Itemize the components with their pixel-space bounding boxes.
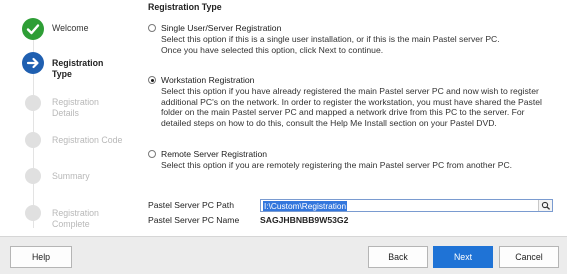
step-label: Summary [52, 171, 90, 181]
checkmark-icon [22, 18, 44, 40]
single-user-radio[interactable] [148, 24, 156, 32]
radio-label[interactable]: Single User/Server Registration [161, 22, 281, 34]
pending-step-icon [25, 132, 41, 148]
radio-row[interactable]: Workstation Registration [148, 74, 567, 86]
server-name-row: Pastel Server PC Name SAGJHBNBB9W53G2 [148, 214, 567, 228]
step-label: Registration Type [52, 58, 104, 79]
cancel-button[interactable]: Cancel [499, 246, 559, 268]
main-content: Registration Type Single User/Server Reg… [137, 0, 567, 236]
server-name-value: SAGJHBNBB9W53G2 [260, 215, 349, 225]
server-path-row: Pastel Server PC Path I:\Custom\Registra… [148, 199, 567, 213]
pending-step-icon [25, 168, 41, 184]
back-button[interactable]: Back [368, 246, 428, 268]
search-icon [541, 201, 551, 210]
radio-row[interactable]: Remote Server Registration [148, 148, 567, 160]
help-button[interactable]: Help [10, 246, 72, 268]
server-path-value[interactable]: I:\Custom\Registration [263, 201, 348, 211]
step-label: Registration Complete [52, 208, 99, 229]
option-description: Select this option if you are remotely r… [161, 160, 513, 170]
option-workstation: Workstation Registration Select this opt… [148, 74, 567, 128]
step-label: Registration Details [52, 97, 99, 118]
wizard-footer: Help Back Next Cancel [0, 236, 567, 274]
page-title: Registration Type [148, 2, 222, 12]
option-remote-server: Remote Server Registration Select this o… [148, 148, 567, 171]
server-path-input[interactable]: I:\Custom\Registration [260, 199, 553, 212]
wizard-steps-sidebar: Welcome Registration Type Registration D… [0, 0, 127, 236]
option-description: Select this option if this is a single u… [161, 34, 500, 55]
step-label: Registration Code [52, 135, 123, 145]
radio-row[interactable]: Single User/Server Registration [148, 22, 567, 34]
pending-step-icon [25, 205, 41, 221]
pending-step-icon [25, 95, 41, 111]
option-description: Select this option if you have already r… [161, 86, 542, 128]
next-button[interactable]: Next [433, 246, 493, 268]
step-label: Welcome [52, 23, 89, 33]
radio-label[interactable]: Workstation Registration [161, 74, 254, 86]
server-path-label: Pastel Server PC Path [148, 200, 234, 210]
radio-label[interactable]: Remote Server Registration [161, 148, 267, 160]
workstation-radio[interactable] [148, 76, 156, 84]
arrow-right-icon [22, 52, 44, 74]
browse-button[interactable] [538, 200, 552, 211]
option-single-user: Single User/Server Registration Select t… [148, 22, 567, 55]
remote-server-radio[interactable] [148, 150, 156, 158]
server-name-label: Pastel Server PC Name [148, 215, 240, 225]
